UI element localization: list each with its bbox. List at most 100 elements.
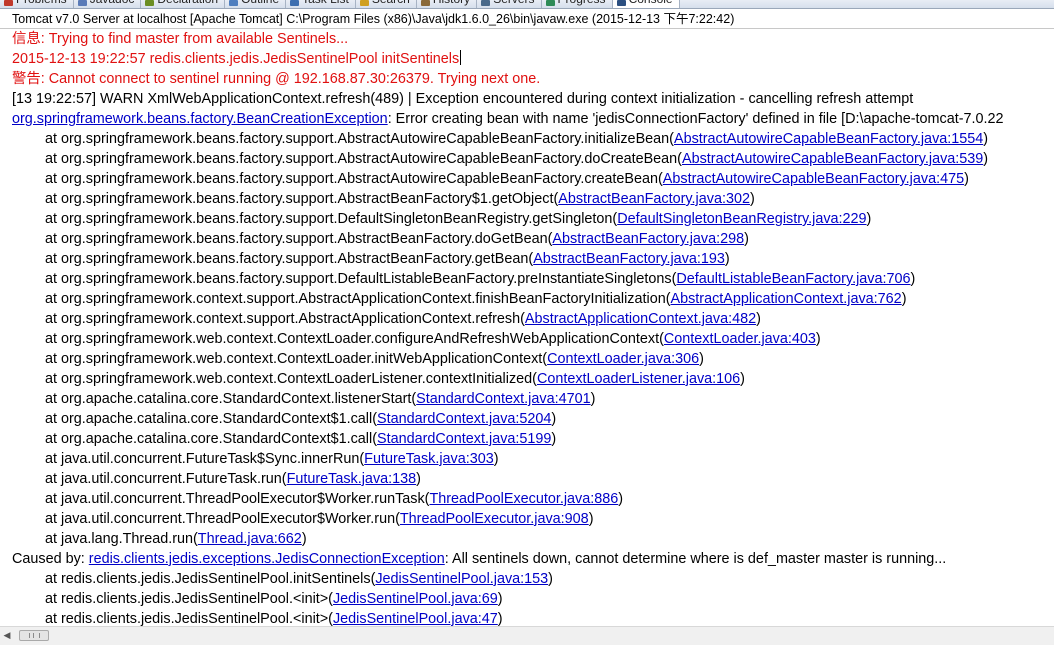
source-link[interactable]: AbstractBeanFactory.java:193 bbox=[533, 251, 725, 267]
source-link[interactable]: AbstractAutowireCapableBeanFactory.java:… bbox=[682, 151, 983, 167]
console-text: at org.springframework.web.context.Conte… bbox=[45, 371, 537, 387]
console-text: ) bbox=[749, 191, 755, 207]
scrollbar-grip-icon bbox=[29, 633, 40, 638]
console-text: 2015-12-13 19:22:57 redis.clients.jedis.… bbox=[12, 51, 460, 67]
source-link[interactable]: StandardContext.java:5204 bbox=[377, 411, 551, 427]
source-link[interactable]: AbstractApplicationContext.java:762 bbox=[671, 291, 902, 307]
stack-trace-line: at org.springframework.beans.factory.sup… bbox=[0, 209, 1054, 229]
console-text: at org.springframework.beans.factory.sup… bbox=[45, 211, 618, 227]
source-link[interactable]: AbstractBeanFactory.java:302 bbox=[558, 191, 750, 207]
tab-label: Javadoc bbox=[90, 0, 135, 6]
console-line: [13 19:22:57] WARN XmlWebApplicationCont… bbox=[0, 89, 1054, 109]
stack-trace-line: at org.springframework.web.context.Conte… bbox=[0, 349, 1054, 369]
console-text: ) bbox=[551, 431, 557, 447]
source-link[interactable]: ContextLoader.java:403 bbox=[664, 331, 816, 347]
console-line: 警告: Cannot connect to sentinel running @… bbox=[0, 69, 1054, 89]
tab-progress[interactable]: Progress bbox=[542, 0, 613, 8]
source-link[interactable]: Thread.java:662 bbox=[198, 531, 302, 547]
console-text: ) bbox=[548, 571, 553, 587]
console-text: ) bbox=[497, 591, 503, 607]
source-link[interactable]: DefaultListableBeanFactory.java:706 bbox=[676, 271, 910, 287]
console-line: 2015-12-13 19:22:57 redis.clients.jedis.… bbox=[0, 49, 1054, 69]
source-link[interactable]: FutureTask.java:303 bbox=[364, 451, 494, 467]
console-text: ) bbox=[590, 391, 596, 407]
tab-label: Progress bbox=[558, 0, 606, 6]
console-text: : Error creating bean with name 'jedisCo… bbox=[387, 111, 1004, 127]
console-icon bbox=[616, 0, 626, 6]
source-link[interactable]: DefaultSingletonBeanRegistry.java:229 bbox=[617, 211, 866, 227]
tab-declaration[interactable]: Declaration bbox=[141, 0, 226, 8]
javadoc-icon bbox=[77, 0, 87, 6]
console-text: at java.lang.Thread.run( bbox=[45, 531, 198, 547]
source-link[interactable]: ThreadPoolExecutor.java:886 bbox=[429, 491, 618, 507]
console-text: ) bbox=[493, 451, 499, 467]
source-link[interactable]: redis.clients.jedis.exceptions.JedisConn… bbox=[89, 551, 445, 567]
tab-console[interactable]: Console bbox=[612, 0, 680, 8]
stack-trace-line: at org.springframework.context.support.A… bbox=[0, 289, 1054, 309]
stack-trace-line: at org.springframework.beans.factory.sup… bbox=[0, 149, 1054, 169]
console-text: ) bbox=[699, 351, 704, 367]
console-line: org.springframework.beans.factory.BeanCr… bbox=[0, 109, 1054, 129]
source-link[interactable]: JedisSentinelPool.java:69 bbox=[333, 591, 498, 607]
console-text: ) bbox=[301, 531, 307, 547]
source-link[interactable]: ContextLoader.java:306 bbox=[547, 351, 699, 367]
console-text: at redis.clients.jedis.JedisSentinelPool… bbox=[45, 591, 333, 607]
scroll-left-arrow-icon[interactable]: ◀ bbox=[2, 630, 12, 641]
stack-trace-line: at org.apache.catalina.core.StandardCont… bbox=[0, 389, 1054, 409]
console-text: ) bbox=[740, 371, 745, 387]
outline-icon bbox=[229, 0, 239, 6]
stack-trace-line: at java.util.concurrent.ThreadPoolExecut… bbox=[0, 489, 1054, 509]
tab-task-list[interactable]: Task List bbox=[286, 0, 356, 8]
tab-label: Declaration bbox=[157, 0, 218, 6]
console-text: at org.springframework.beans.factory.sup… bbox=[45, 171, 663, 187]
tab-problems[interactable]: Problems bbox=[0, 0, 74, 8]
console-text: at redis.clients.jedis.JedisSentinelPool… bbox=[45, 571, 376, 587]
source-link[interactable]: JedisSentinelPool.java:153 bbox=[375, 571, 548, 587]
view-tab-bar: Problems Javadoc Declaration Outline Task Li… bbox=[0, 0, 1054, 9]
tab-history[interactable]: History bbox=[417, 0, 478, 8]
horizontal-scrollbar[interactable]: ◀ bbox=[0, 626, 1054, 645]
tab-javadoc[interactable]: Javadoc bbox=[74, 0, 142, 8]
tab-label: Problems bbox=[16, 0, 67, 6]
console-text: at org.apache.catalina.core.StandardCont… bbox=[45, 391, 417, 407]
stack-trace-line: at org.springframework.beans.factory.sup… bbox=[0, 269, 1054, 289]
source-link[interactable]: ContextLoaderListener.java:106 bbox=[537, 371, 740, 387]
console-text: ) bbox=[744, 231, 749, 247]
console-title: Tomcat v7.0 Server at localhost [Apache … bbox=[0, 9, 1054, 29]
console-text: at redis.clients.jedis.JedisSentinelPool… bbox=[45, 611, 333, 626]
console-text: at org.springframework.web.context.Conte… bbox=[45, 351, 548, 367]
declaration-icon bbox=[145, 0, 155, 6]
console-text: ) bbox=[983, 151, 989, 167]
task-list-icon bbox=[290, 0, 300, 6]
source-link[interactable]: FutureTask.java:138 bbox=[287, 471, 417, 487]
source-link[interactable]: JedisSentinelPool.java:47 bbox=[333, 611, 498, 626]
source-link[interactable]: AbstractAutowireCapableBeanFactory.java:… bbox=[674, 131, 983, 147]
text-caret bbox=[460, 50, 462, 65]
tab-search[interactable]: Search bbox=[356, 0, 417, 8]
stack-trace-line: at java.lang.Thread.run(Thread.java:662) bbox=[0, 529, 1054, 549]
source-link[interactable]: StandardContext.java:4701 bbox=[416, 391, 590, 407]
stack-trace-line: at redis.clients.jedis.JedisSentinelPool… bbox=[0, 589, 1054, 609]
console-output[interactable]: 信息: Trying to find master from available… bbox=[0, 29, 1054, 626]
console-text: at org.apache.catalina.core.StandardCont… bbox=[45, 411, 377, 427]
console-text: at org.springframework.beans.factory.sup… bbox=[45, 151, 682, 167]
source-link[interactable]: AbstractApplicationContext.java:482 bbox=[525, 311, 756, 327]
stack-trace-line: at org.apache.catalina.core.StandardCont… bbox=[0, 429, 1054, 449]
scrollbar-thumb[interactable] bbox=[19, 630, 49, 641]
stack-trace-line: at org.springframework.web.context.Conte… bbox=[0, 329, 1054, 349]
tab-outline[interactable]: Outline bbox=[225, 0, 287, 8]
source-link[interactable]: AbstractAutowireCapableBeanFactory.java:… bbox=[663, 171, 964, 187]
console-text: : All sentinels down, cannot determine w… bbox=[444, 551, 947, 567]
source-link[interactable]: org.springframework.beans.factory.BeanCr… bbox=[12, 111, 388, 127]
source-link[interactable]: AbstractBeanFactory.java:298 bbox=[552, 231, 744, 247]
console-text: at org.springframework.context.support.A… bbox=[45, 311, 525, 327]
tab-servers[interactable]: Servers bbox=[477, 0, 542, 8]
console-text: at org.springframework.web.context.Conte… bbox=[45, 331, 664, 347]
tab-label: Servers bbox=[493, 0, 534, 6]
console-text: ) bbox=[416, 471, 421, 487]
source-link[interactable]: StandardContext.java:5199 bbox=[377, 431, 551, 447]
stack-trace-line: at org.springframework.beans.factory.sup… bbox=[0, 249, 1054, 269]
source-link[interactable]: ThreadPoolExecutor.java:908 bbox=[400, 511, 589, 527]
tab-label: Task List bbox=[302, 0, 349, 6]
history-icon bbox=[420, 0, 430, 6]
